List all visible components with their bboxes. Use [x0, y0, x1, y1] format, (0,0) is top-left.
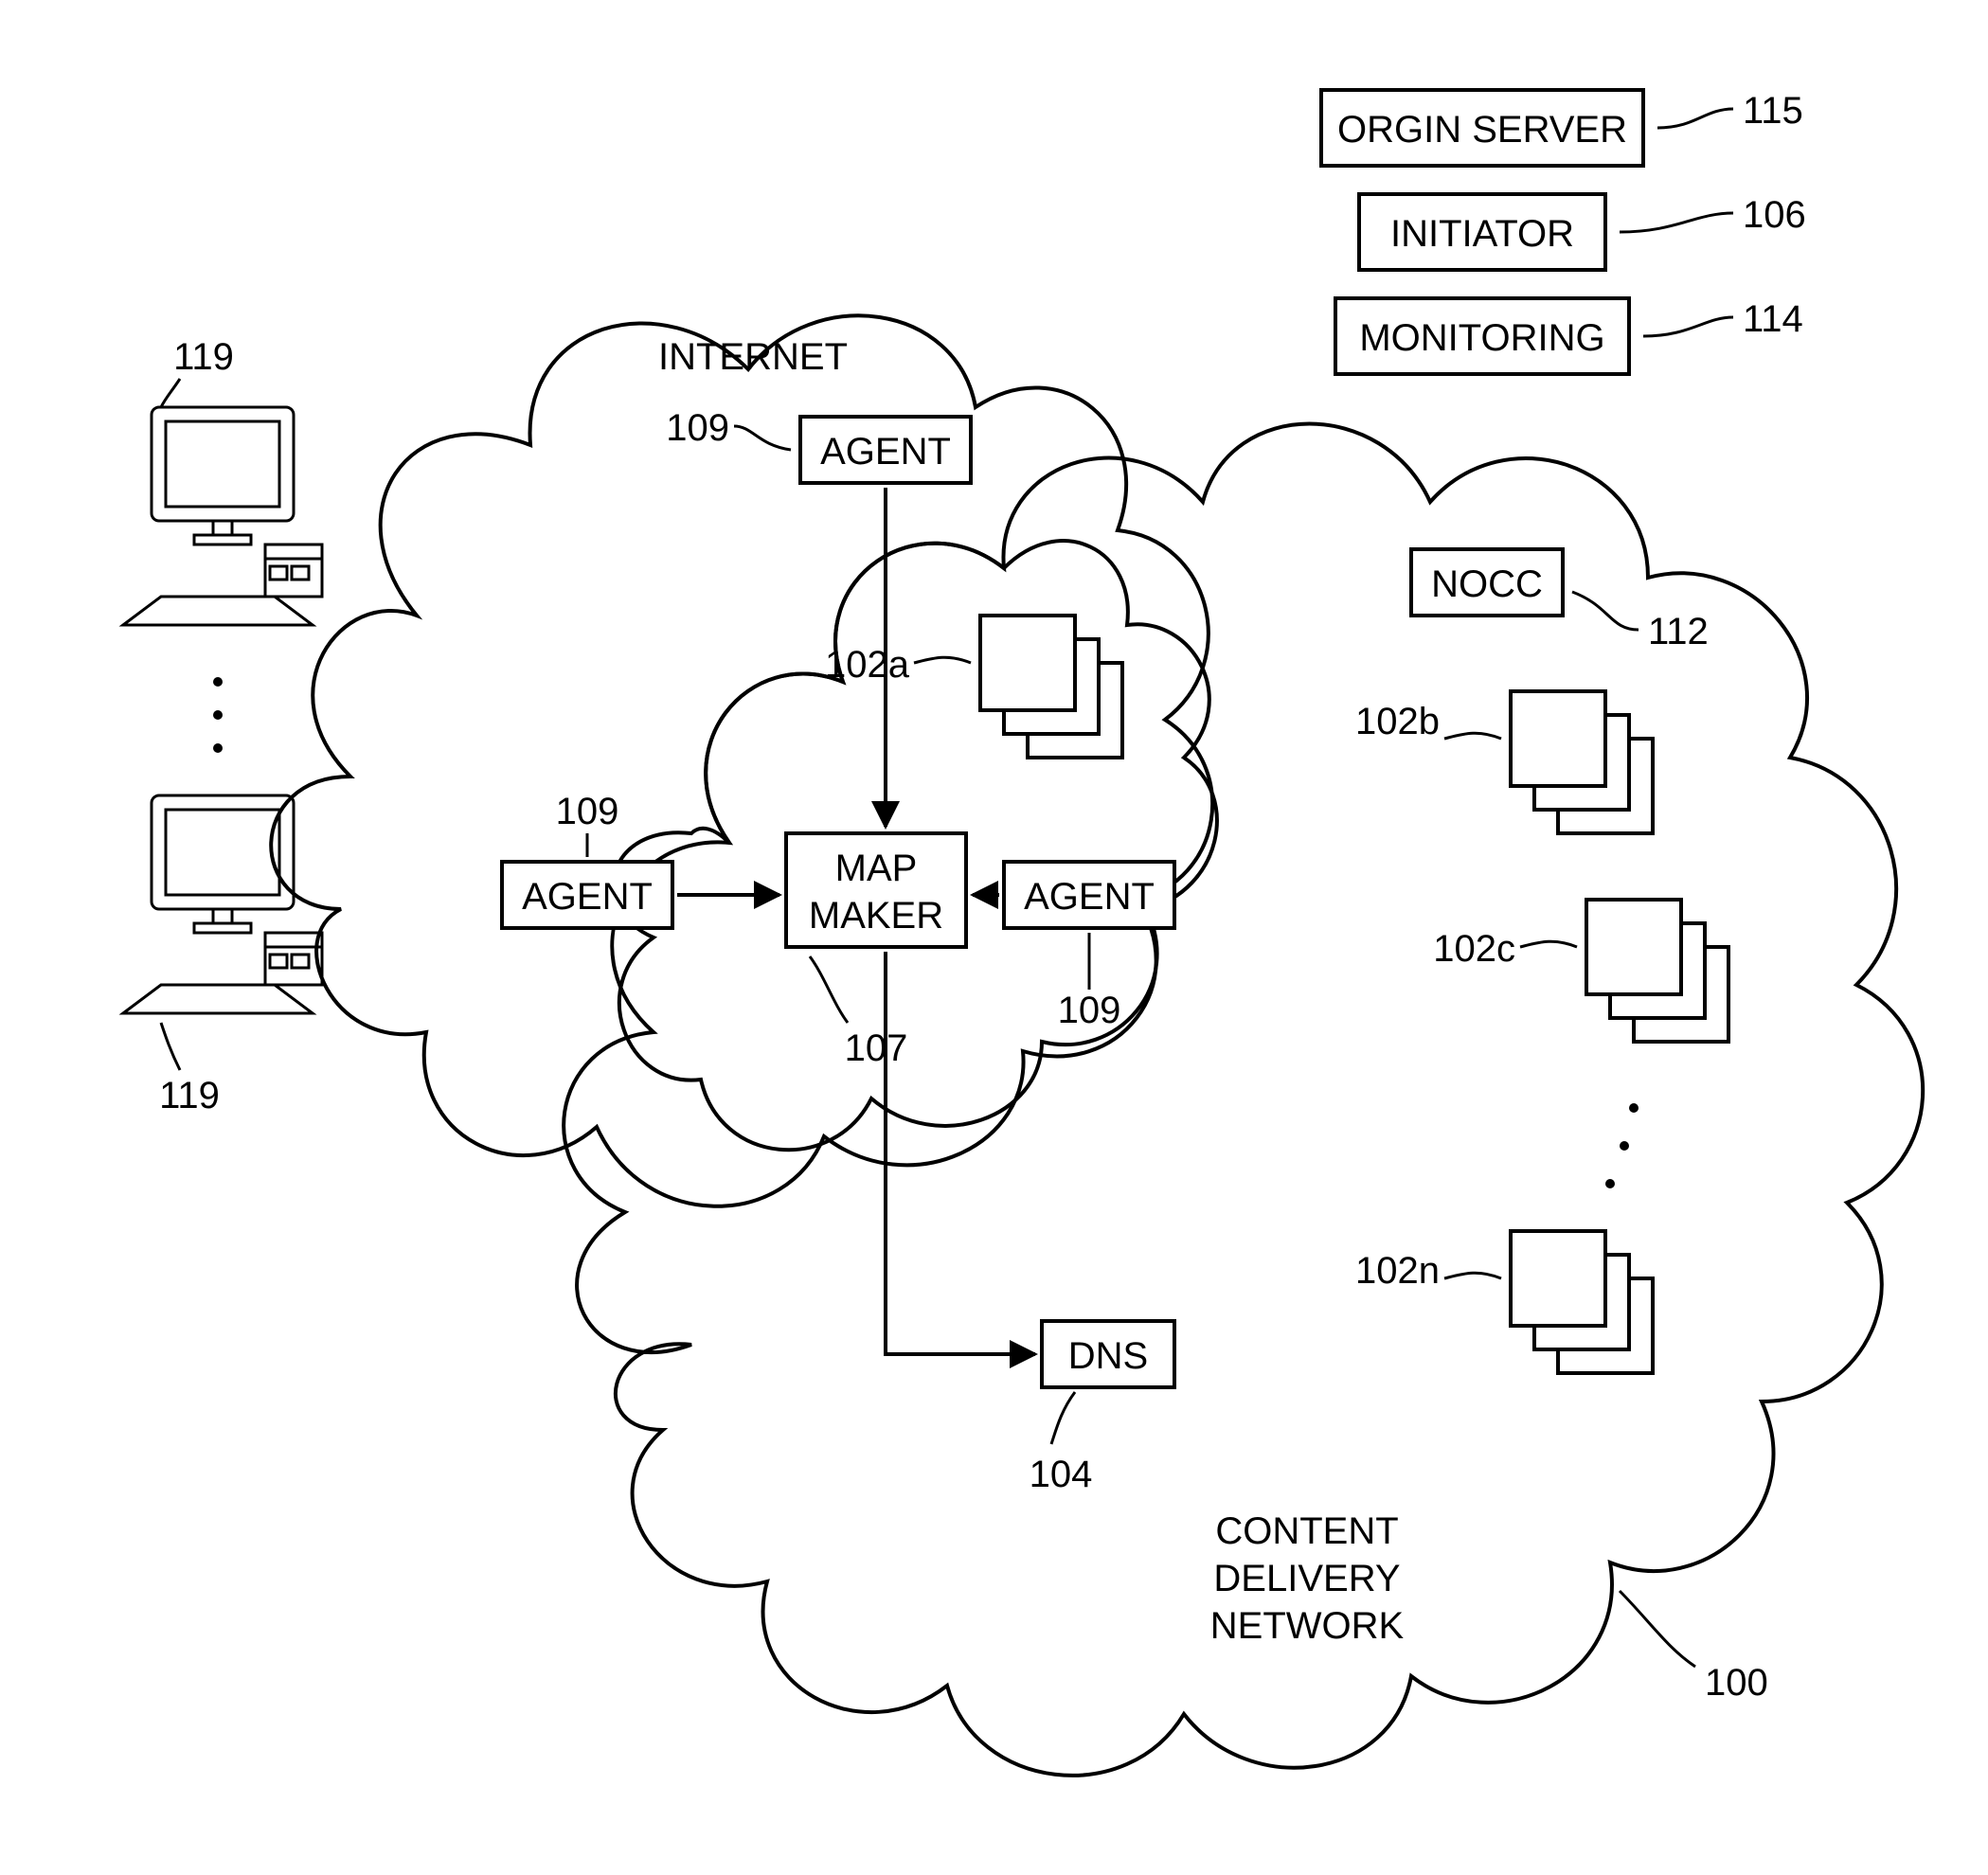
diagram-svg: INTERNET CONTENT DELIVERY NETWORK ORGIN …	[0, 0, 1988, 1875]
cdn-label-line3: NETWORK	[1210, 1605, 1405, 1647]
server-stack-b	[1511, 691, 1653, 833]
map-maker-text1: MAP	[835, 848, 918, 889]
pc-top	[123, 407, 322, 625]
box-origin-server: ORGIN SERVER	[1321, 90, 1643, 166]
agent-top-text: AGENT	[820, 431, 951, 473]
ref-pc-bot: 119	[159, 1075, 220, 1116]
ref-initiator: 106	[1743, 194, 1806, 236]
cdn-label-line1: CONTENT	[1215, 1510, 1398, 1552]
ref-agent-left: 109	[556, 791, 619, 832]
server-stack-a	[980, 616, 1122, 758]
cdn-label-line2: DELIVERY	[1213, 1558, 1400, 1599]
box-agent-left: AGENT	[502, 862, 672, 928]
ref-agent-top: 109	[666, 407, 729, 449]
server-stack-c	[1586, 900, 1728, 1042]
box-nocc: NOCC	[1411, 549, 1563, 616]
monitoring-text: MONITORING	[1359, 317, 1604, 359]
origin-server-text: ORGIN SERVER	[1337, 109, 1627, 151]
server-stack-n	[1511, 1231, 1653, 1373]
ref-nocc: 112	[1648, 611, 1709, 652]
initiator-text: INITIATOR	[1390, 213, 1574, 255]
ref-monitoring: 114	[1743, 298, 1803, 340]
agent-right-text: AGENT	[1024, 876, 1155, 918]
box-agent-top: AGENT	[800, 417, 971, 483]
ref-origin-server: 115	[1743, 90, 1803, 132]
ref-server-b: 102b	[1355, 701, 1440, 742]
ref-map-maker: 107	[845, 1027, 908, 1069]
ref-server-a: 102a	[825, 644, 910, 686]
ref-cdn: 100	[1705, 1662, 1768, 1704]
nocc-text: NOCC	[1431, 563, 1543, 605]
ref-dns: 104	[1030, 1454, 1093, 1495]
cloud-internet-label: INTERNET	[658, 336, 848, 378]
box-dns: DNS	[1042, 1321, 1174, 1387]
box-initiator: INITIATOR	[1359, 194, 1605, 270]
ref-server-c: 102c	[1433, 928, 1515, 970]
map-maker-text2: MAKER	[809, 895, 943, 937]
pc-bottom	[123, 795, 322, 1013]
agent-left-text: AGENT	[522, 876, 653, 918]
cloud-internet	[271, 315, 1212, 1205]
ref-agent-right: 109	[1058, 990, 1121, 1031]
box-agent-right: AGENT	[1004, 862, 1174, 928]
box-map-maker: MAP MAKER	[786, 833, 966, 947]
ref-pc-top: 119	[173, 336, 234, 378]
dns-text: DNS	[1068, 1335, 1148, 1377]
ref-server-n: 102n	[1355, 1250, 1440, 1292]
box-monitoring: MONITORING	[1335, 298, 1629, 374]
